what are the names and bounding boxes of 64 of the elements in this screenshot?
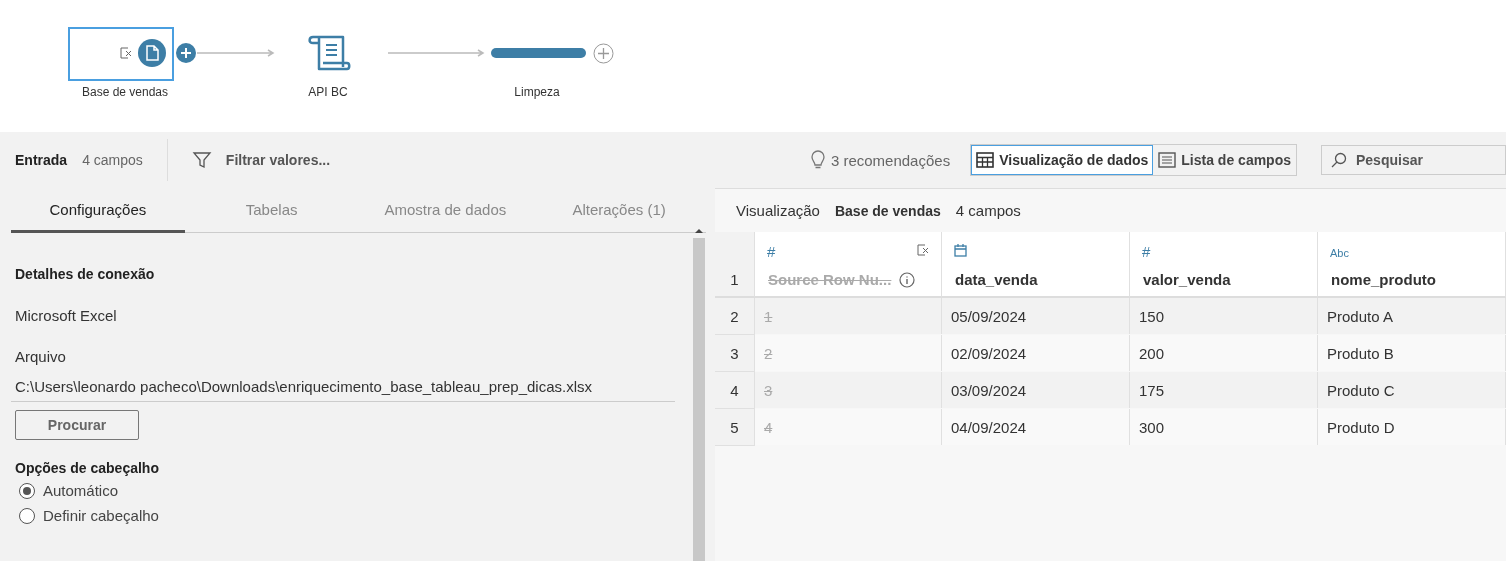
filter-link[interactable]: Filtrar valores... xyxy=(225,152,331,168)
preview-label: Visualização xyxy=(736,202,820,219)
list-icon xyxy=(1158,152,1177,168)
lightbulb-icon xyxy=(810,150,825,170)
row-number: 5 xyxy=(715,409,755,446)
data-type-icon[interactable]: Abc xyxy=(1330,247,1349,259)
view-toggle-button[interactable]: Visualização de dados xyxy=(971,145,1154,175)
browse-button[interactable]: Procurar xyxy=(15,410,139,440)
add-step-icon[interactable] xyxy=(593,43,614,64)
node-label: Limpeza xyxy=(513,85,561,99)
radio-label[interactable]: Automático xyxy=(43,482,119,499)
section-heading: Detalhes de conexão xyxy=(15,266,156,282)
node-label: API BC xyxy=(307,85,349,99)
column-name: valor_venda xyxy=(1143,271,1231,288)
row-number: 1 xyxy=(730,271,739,288)
row-number: 4 xyxy=(715,372,755,409)
panel-tab[interactable]: Configurações xyxy=(11,188,185,233)
table-cell: 1 xyxy=(755,298,942,334)
search-field[interactable]: Pesquisar xyxy=(1321,145,1506,175)
field-count: 4 campos xyxy=(955,202,1021,219)
column-header[interactable]: # valor_venda xyxy=(1130,232,1318,298)
data-type-icon[interactable]: # xyxy=(767,243,776,260)
calendar-icon xyxy=(954,244,967,257)
clean-step-bar[interactable] xyxy=(491,48,586,58)
scroll-up-icon[interactable] xyxy=(695,228,703,234)
scrollbar[interactable] xyxy=(693,238,705,561)
view-toggle-button[interactable]: Lista de campos xyxy=(1153,145,1296,175)
radio-label[interactable]: Definir cabeçalho xyxy=(43,507,159,524)
table-cell: Produto A xyxy=(1318,298,1506,334)
column-header[interactable]: # Source Row Nu... xyxy=(755,232,942,298)
recommendations-link[interactable]: 3 recomendações xyxy=(830,151,951,169)
radio-button[interactable] xyxy=(19,507,35,524)
field-count: 4 campos xyxy=(82,152,143,168)
table-cell: 03/09/2024 xyxy=(942,372,1130,408)
column-header[interactable]: data_venda xyxy=(942,232,1130,298)
column-name: data_venda xyxy=(955,271,1038,288)
table-cell: 175 xyxy=(1130,372,1318,408)
node-label: Base de vendas xyxy=(80,85,170,99)
column-name: nome_produto xyxy=(1331,271,1436,288)
row-number: 2 xyxy=(715,298,755,335)
file-path: C:\Users\leonardo pacheco\Downloads\enriquecimento_base_tableau_prep_dicas.xlsx xyxy=(11,378,675,402)
excluded-field-icon xyxy=(119,46,133,60)
selected-node-frame[interactable] xyxy=(68,27,174,81)
table-cell: 150 xyxy=(1130,298,1318,334)
scroll-icon xyxy=(305,33,353,73)
filter-icon[interactable] xyxy=(191,150,212,170)
row-number: 3 xyxy=(715,335,755,372)
section-heading: Opções de cabeçalho xyxy=(15,460,160,476)
column-name: Source Row Nu... xyxy=(768,271,892,288)
info-icon[interactable] xyxy=(899,272,915,288)
radio-button[interactable] xyxy=(19,482,35,499)
table-cell: Produto C xyxy=(1318,372,1506,408)
step-name: Base de vendas xyxy=(834,202,941,219)
excluded-field-icon[interactable] xyxy=(916,243,930,257)
table-cell: 05/09/2024 xyxy=(942,298,1130,334)
step-title: Entrada xyxy=(15,152,68,168)
table-cell: 3 xyxy=(755,372,942,408)
file-icon xyxy=(138,39,166,67)
add-step-icon[interactable] xyxy=(176,43,196,63)
connection-type: Microsoft Excel xyxy=(15,307,118,324)
field-label: Arquivo xyxy=(15,348,67,365)
table-icon xyxy=(976,152,995,168)
column-header[interactable]: Abc nome_produto xyxy=(1318,232,1506,298)
data-type-icon[interactable]: # xyxy=(1142,243,1151,260)
